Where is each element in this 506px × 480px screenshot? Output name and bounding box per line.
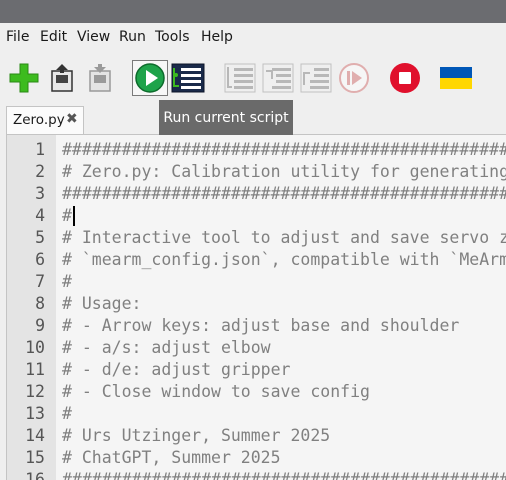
code-line: # - Close window to save config [62,382,370,401]
menu-file[interactable]: File [6,29,29,45]
code-editor[interactable]: 1 #######################################… [6,134,506,480]
code-line: # - Arrow keys: adjust base and shoulder [62,316,460,335]
line-number: 13 [25,404,45,423]
code-line: ########################################… [62,470,506,480]
code-line: # Interactive tool to adjust and save se… [62,228,506,247]
close-tab-icon[interactable]: ✖ [66,111,78,127]
step-out-button[interactable] [298,60,334,96]
debug-button[interactable] [170,60,206,96]
menu-view[interactable]: View [77,29,110,45]
line-number: 16 [25,470,45,480]
play-icon [135,63,165,93]
code-line: # Usage: [62,294,142,313]
open-file-button[interactable] [44,60,80,96]
line-number: 2 [35,162,45,181]
debug-icon [171,63,205,93]
line-number: 5 [35,228,45,247]
text-cursor [73,206,75,226]
code-line: # [62,272,72,291]
menu-edit[interactable]: Edit [40,29,67,45]
step-over-icon [224,63,256,93]
window-title-bar[interactable] [0,0,506,23]
line-number: 10 [25,338,45,357]
code-line: # ChatGPT, Summer 2025 [62,448,281,467]
resume-icon [339,63,369,93]
line-number: 4 [35,206,45,225]
save-icon [89,64,111,92]
resume-button[interactable] [336,60,372,96]
code-line: # [62,404,72,423]
save-file-button[interactable] [82,60,118,96]
menu-tools[interactable]: Tools [155,29,190,45]
line-number: 9 [35,316,45,335]
new-file-button[interactable] [6,60,42,96]
code-line: # Zero.py: Calibration utility for gener… [62,162,506,181]
menu-bar: File Edit View Run Tools Help [0,26,506,50]
code-line: # - a/s: adjust elbow [62,338,271,357]
step-over-button[interactable] [222,60,258,96]
line-number: 7 [35,272,45,291]
line-number: 14 [25,426,45,445]
line-number: 12 [25,382,45,401]
line-number: 8 [35,294,45,313]
line-number: 11 [25,360,45,379]
toolbar [0,56,506,102]
step-into-button[interactable] [260,60,296,96]
code-line: ########################################… [62,140,506,159]
line-number: 1 [35,140,45,159]
step-into-icon [262,63,294,93]
code-line: # - d/e: adjust gripper [62,360,291,379]
run-button[interactable] [132,60,168,96]
stop-icon [390,63,420,93]
open-folder-icon [51,64,73,92]
support-ukraine-button[interactable] [437,60,475,96]
code-line: # Urs Utzinger, Summer 2025 [62,426,331,445]
tab-label: Zero.py [13,112,65,128]
stop-button[interactable] [387,60,423,96]
menu-run[interactable]: Run [119,29,146,45]
code-line: ########################################… [62,184,506,203]
code-line: # [62,206,72,225]
line-number: 6 [35,250,45,269]
code-line: # `mearm_config.json`, compatible with `… [62,250,506,269]
menu-help[interactable]: Help [201,29,233,45]
tab-zero-py[interactable]: Zero.py ✖ [6,106,84,134]
plus-icon [9,63,39,93]
tooltip: Run current script [159,100,293,135]
line-number: 3 [35,184,45,203]
step-out-icon [300,63,332,93]
ukraine-flag-icon [440,67,472,89]
line-number: 15 [25,448,45,467]
